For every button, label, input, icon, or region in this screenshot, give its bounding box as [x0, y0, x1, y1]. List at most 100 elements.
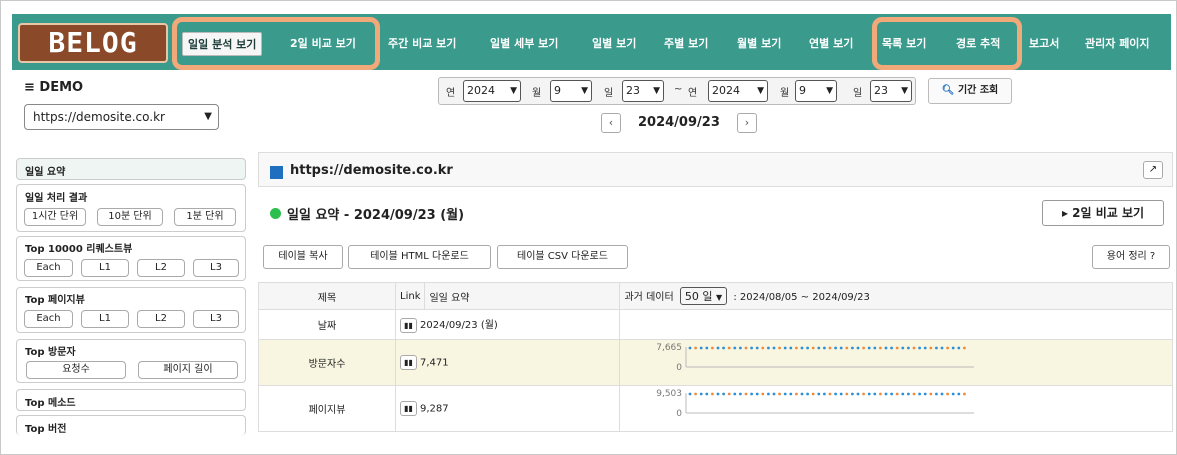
- spark-dot: [817, 346, 821, 350]
- nav-two-day-compare[interactable]: 2일 비교 보기: [290, 32, 356, 56]
- spark-dot: [857, 346, 860, 350]
- top-request-l2-button[interactable]: L2: [137, 259, 185, 277]
- spark-dot: [845, 392, 849, 396]
- spark-dot: [789, 346, 793, 350]
- copy-table-button[interactable]: 테이블 복사: [263, 245, 343, 269]
- spark-dot: [851, 346, 855, 350]
- nav-path-trace[interactable]: 경로 추적: [956, 32, 1000, 56]
- bar-chart-icon[interactable]: ▮▮: [400, 317, 417, 333]
- spark-dot: [705, 392, 709, 396]
- spark-dot: [728, 346, 732, 350]
- to-day-select[interactable]: 23 ▼: [870, 80, 912, 102]
- sidebar-item-top-version[interactable]: Top 버전: [16, 415, 246, 435]
- from-day-select[interactable]: 23 ▼: [622, 80, 664, 102]
- nav-daily-view[interactable]: 일별 보기: [592, 32, 636, 56]
- from-month-label: 월: [532, 88, 542, 99]
- nav-report[interactable]: 보고서: [1029, 32, 1059, 56]
- col-title-header: 제목: [258, 282, 396, 310]
- top-request-each-button[interactable]: Each: [24, 259, 73, 277]
- two-day-compare-button[interactable]: ▸ 2일 비교 보기: [1042, 200, 1164, 226]
- spark-dot: [946, 392, 950, 396]
- top-visitor-page-length-button[interactable]: 페이지 길이: [138, 361, 238, 379]
- from-year-value: 2024: [467, 84, 495, 97]
- processing-1min-button[interactable]: 1분 단위: [174, 208, 236, 226]
- top-request-l3-button[interactable]: L3: [193, 259, 239, 277]
- top-visitor-requests-button[interactable]: 요청수: [26, 361, 126, 379]
- spark-dot: [935, 392, 939, 396]
- spark-dot: [929, 392, 933, 396]
- nav-admin[interactable]: 관리자 페이지: [1085, 32, 1150, 56]
- spark-dot: [733, 392, 737, 396]
- from-year-select[interactable]: 2024 ▼: [463, 80, 521, 102]
- from-day-value: 23: [626, 84, 640, 97]
- spark-dot: [694, 346, 698, 350]
- spark-dot: [901, 392, 905, 396]
- top-request-l1-button[interactable]: L1: [81, 259, 129, 277]
- to-year-select[interactable]: 2024 ▼: [708, 80, 768, 102]
- spark-dots: [689, 392, 967, 396]
- spark-dot: [829, 346, 832, 350]
- sidebar-group-title: Top 페이지뷰: [25, 295, 85, 306]
- spark-dot: [778, 392, 782, 396]
- nav-weekly-view[interactable]: 주별 보기: [664, 32, 708, 56]
- current-date: 2024/09/23: [638, 115, 720, 130]
- nav-weekly-compare[interactable]: 주간 비교 보기: [388, 32, 456, 56]
- chevron-down-icon: ▼: [653, 86, 660, 96]
- nav-monthly-view[interactable]: 월별 보기: [737, 32, 781, 56]
- spark-dot: [756, 346, 760, 350]
- spark-dot: [745, 392, 748, 396]
- to-month-select[interactable]: 9 ▼: [795, 80, 837, 102]
- expand-icon[interactable]: ↗: [1143, 161, 1163, 179]
- bar-chart-icon[interactable]: ▮▮: [400, 401, 417, 416]
- past-days-select[interactable]: 50 일 ▼: [679, 287, 728, 305]
- spark-dot: [941, 392, 944, 396]
- to-year-label: 연: [688, 88, 698, 99]
- from-month-select[interactable]: 9 ▼: [550, 80, 592, 102]
- spark-dot: [885, 346, 888, 350]
- processing-10min-button[interactable]: 10분 단위: [97, 208, 163, 226]
- past-data-cell: 과거 데이터 50 일 ▼ : 2024/08/05 ~ 2024/09/23: [619, 282, 1173, 310]
- glossary-button[interactable]: 용어 정리 ?: [1092, 245, 1170, 269]
- nav-daily-detail[interactable]: 일별 세부 보기: [490, 32, 558, 56]
- spark-dot: [789, 392, 793, 396]
- processing-1hour-button[interactable]: 1시간 단위: [24, 208, 86, 226]
- spark-dot: [924, 346, 928, 350]
- spark-max-label: 7,665: [657, 343, 683, 353]
- spark-dot: [812, 392, 816, 396]
- site-select[interactable]: https://demosite.co.kr ▼: [24, 104, 219, 130]
- download-csv-button[interactable]: 테이블 CSV 다운로드: [497, 245, 628, 269]
- spark-dot: [957, 346, 961, 350]
- next-date-button[interactable]: ›: [737, 113, 757, 133]
- top-pageview-each-button[interactable]: Each: [24, 310, 73, 328]
- prev-date-button[interactable]: ‹: [601, 113, 621, 133]
- top-pageview-l1-button[interactable]: L1: [81, 310, 129, 328]
- nav-list-view[interactable]: 목록 보기: [882, 32, 926, 56]
- sidebar-item-top-method[interactable]: Top 메소드: [16, 389, 246, 411]
- period-search-label: 기간 조회: [957, 85, 999, 96]
- belog-logo[interactable]: BELOG: [18, 23, 168, 63]
- spark-dot: [700, 346, 704, 350]
- daily-summary-title: 일일 요약 - 2024/09/23 (월): [287, 208, 465, 223]
- pageview-sparkline: 9,503 0: [657, 389, 975, 419]
- spark-dot: [896, 392, 900, 396]
- sidebar-item-daily-summary[interactable]: 일일 요약: [16, 158, 246, 180]
- spark-dot: [924, 392, 928, 396]
- visitor-sparkline: 7,665 0: [657, 343, 975, 373]
- col-link-header: Link: [394, 282, 426, 310]
- range-tilde: ~: [674, 84, 683, 95]
- spark-dot: [946, 346, 950, 350]
- spark-max-label: 9,503: [657, 389, 683, 399]
- spark-dot: [952, 392, 956, 396]
- bar-chart-icon[interactable]: ▮▮: [400, 355, 417, 370]
- sidebar-group-top-pageview: Top 페이지뷰 Each L1 L2 L3: [16, 287, 246, 333]
- period-search-button[interactable]: 🔍︎ 기간 조회: [928, 78, 1012, 104]
- nav-yearly-view[interactable]: 연별 보기: [809, 32, 853, 56]
- spark-min-label: 0: [677, 409, 683, 419]
- spark-dot: [896, 346, 900, 350]
- top-pageview-l2-button[interactable]: L2: [137, 310, 185, 328]
- top-pageview-l3-button[interactable]: L3: [193, 310, 239, 328]
- download-html-button[interactable]: 테이블 HTML 다운로드: [348, 245, 491, 269]
- spark-dot: [801, 346, 804, 350]
- sidebar-group-title: Top 10000 리퀘스트뷰: [25, 244, 133, 255]
- nav-daily-analysis[interactable]: 일일 분석 보기: [182, 32, 263, 56]
